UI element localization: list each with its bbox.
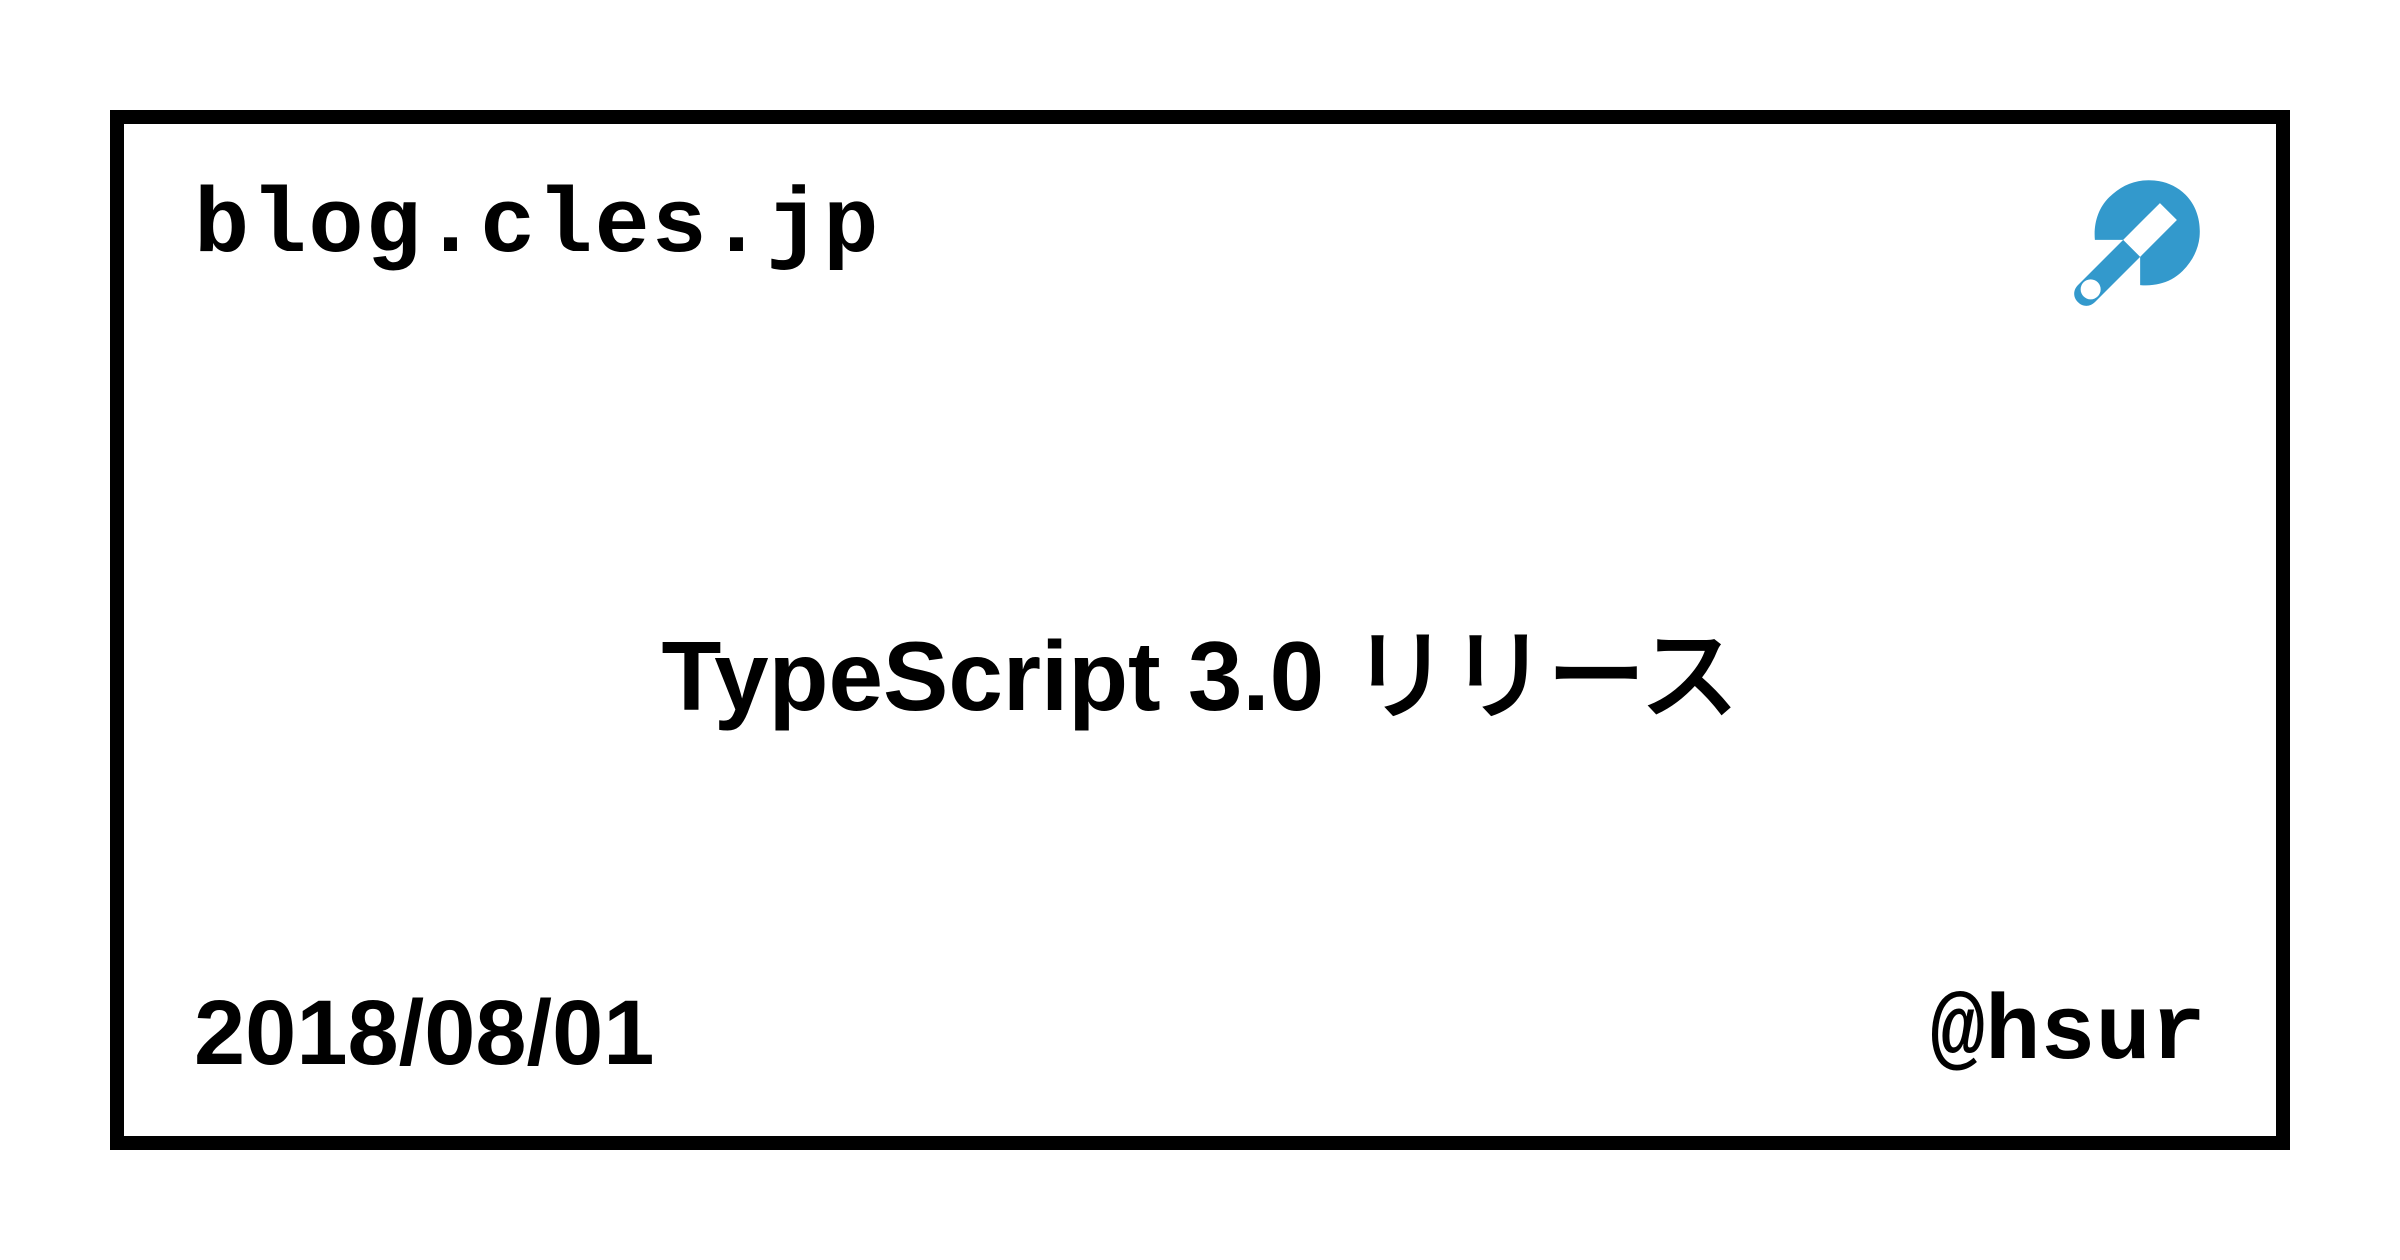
card-footer: 2018/08/01 @hsur	[194, 981, 2206, 1086]
author-handle: @hsur	[1930, 981, 2206, 1086]
publish-date: 2018/08/01	[194, 981, 654, 1086]
site-name: blog.cles.jp	[194, 174, 881, 279]
article-card: blog.cles.jp TypeScript 3.0 リリース 2018/08…	[110, 110, 2290, 1150]
wrench-icon	[2026, 154, 2226, 354]
card-header: blog.cles.jp	[194, 174, 2206, 354]
title-area: TypeScript 3.0 リリース	[194, 354, 2206, 981]
article-title: TypeScript 3.0 リリース	[662, 597, 1739, 739]
